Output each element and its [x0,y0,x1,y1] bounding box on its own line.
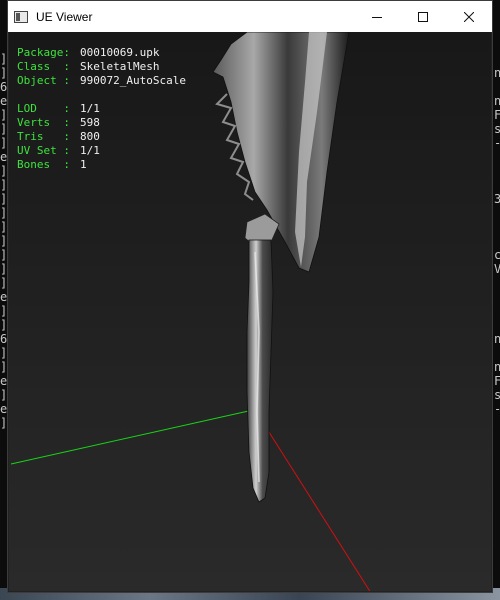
background-console-right-text: n n F s - 3 c V n n F s - [494,66,500,416]
ue-viewer-window[interactable]: UE Viewer Package: 00010069.upk Class: … [7,0,493,593]
axis-y-line [10,409,254,465]
info-key: Class : [17,60,70,73]
info-key: LOD : [17,102,70,115]
mesh-info-panel: Package: 00010069.upk Class : SkeletalMesh O… [17,46,186,172]
info-key: Object : [17,74,70,87]
mesh-shaft [246,239,274,503]
info-row: Class : SkeletalMesh [17,60,186,74]
minimize-icon [372,16,382,18]
info-value: 1 [80,158,87,171]
info-key: Tris : [17,130,70,143]
info-key: UV Set : [17,144,70,157]
maximize-button[interactable] [400,1,446,32]
info-value: 1/1 [80,144,100,157]
axis-x-line [254,409,371,591]
info-value: 00010069.upk [80,46,160,59]
info-key: Bones : [17,158,70,171]
info-row: Object : 990072_AutoScale [17,74,186,88]
info-row: LOD : 1/1 [17,102,186,116]
info-value: SkeletalMesh [80,60,160,73]
close-icon [464,11,474,22]
maximize-icon [418,11,428,22]
info-value: 990072_AutoScale [80,74,186,87]
info-key: Package: [17,46,70,59]
info-key: Verts : [17,116,70,129]
info-row: Package: 00010069.upk [17,46,186,60]
info-row: Bones : 1 [17,158,186,172]
3d-viewport[interactable]: Package: 00010069.upk Class : SkeletalMesh O… [9,32,491,591]
info-value: 800 [80,130,100,143]
info-row: Verts : 598 [17,116,186,130]
info-row: Tris : 800 [17,130,186,144]
app-icon [14,10,28,23]
title-bar[interactable]: UE Viewer [8,1,492,32]
info-row: UV Set : 1/1 [17,144,186,158]
minimize-button[interactable] [354,1,400,32]
info-value: 598 [80,116,100,129]
close-button[interactable] [446,1,492,32]
info-value: 1/1 [80,102,100,115]
window-title: UE Viewer [36,9,93,24]
